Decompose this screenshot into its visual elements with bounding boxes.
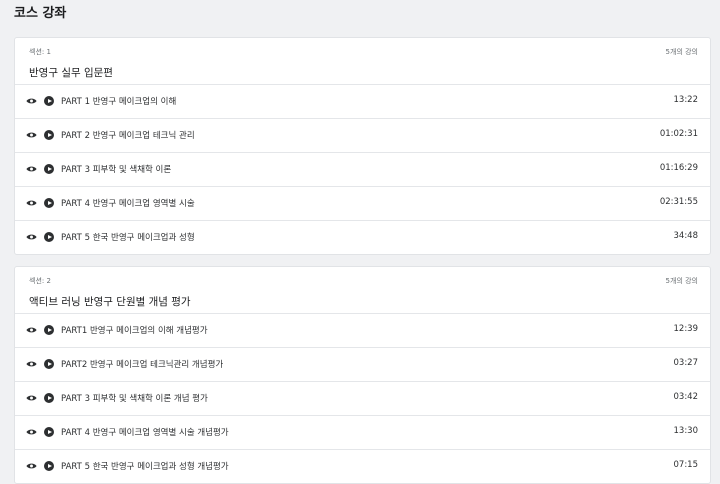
eye-icon bbox=[26, 395, 37, 401]
section-title: 반영구 실무 입문편 bbox=[29, 67, 113, 79]
section-lecture-count: 5개의 강의 bbox=[665, 48, 698, 56]
eye-icon bbox=[26, 200, 37, 206]
lecture-duration: 01:16:29 bbox=[659, 163, 698, 173]
lecture-row[interactable]: PART 5 한국 반영구 메이크업과 성형 개념평가 07:15 bbox=[15, 450, 710, 483]
lecture-row[interactable]: PART 5 한국 반영구 메이크업과 성형 34:48 bbox=[15, 221, 710, 254]
eye-icon bbox=[26, 327, 37, 333]
eye-icon bbox=[26, 463, 37, 469]
section-header[interactable]: 섹션: 1 5개의 강의 반영구 실무 입문편 bbox=[15, 38, 710, 84]
eye-icon bbox=[26, 98, 37, 104]
lecture-title: PART 2 반영구 메이크업 테크닉 관리 bbox=[61, 131, 195, 141]
lecture-title: PART 5 한국 반영구 메이크업과 성형 bbox=[61, 233, 195, 243]
lecture-row[interactable]: PART 1 반영구 메이크업의 이해 13:22 bbox=[15, 85, 710, 119]
play-icon[interactable] bbox=[44, 359, 54, 369]
eye-icon bbox=[26, 132, 37, 138]
play-icon[interactable] bbox=[44, 198, 54, 208]
section-label: 섹션: 1 bbox=[29, 48, 51, 56]
eye-icon bbox=[26, 166, 37, 172]
lecture-duration: 07:15 bbox=[673, 460, 699, 470]
lecture-duration: 03:27 bbox=[673, 358, 699, 368]
section-label: 섹션: 2 bbox=[29, 277, 51, 285]
lecture-title: PART2 반영구 메이크업 테크닉관리 개념평가 bbox=[61, 360, 224, 370]
play-icon[interactable] bbox=[44, 461, 54, 471]
eye-icon bbox=[26, 429, 37, 435]
lecture-title: PART 3 피부학 및 색채학 이론 bbox=[61, 165, 172, 175]
lecture-title: PART 3 피부학 및 색채학 이론 개념 평가 bbox=[61, 394, 208, 404]
play-icon[interactable] bbox=[44, 427, 54, 437]
lecture-title: PART 4 반영구 메이크업 영역별 시술 개념평가 bbox=[61, 428, 229, 438]
section-lecture-count: 5개의 강의 bbox=[665, 277, 698, 285]
lecture-title: PART 1 반영구 메이크업의 이해 bbox=[61, 97, 177, 107]
eye-icon bbox=[26, 234, 37, 240]
lecture-duration: 13:22 bbox=[673, 95, 699, 105]
play-icon[interactable] bbox=[44, 393, 54, 403]
lecture-row[interactable]: PART 4 반영구 메이크업 영역별 시술 개념평가 13:30 bbox=[15, 416, 710, 450]
lecture-duration: 01:02:31 bbox=[659, 129, 698, 139]
lecture-list: PART1 반영구 메이크업의 이해 개념평가 12:39 PART2 반영구 … bbox=[15, 313, 710, 483]
lecture-title: PART 5 한국 반영구 메이크업과 성형 개념평가 bbox=[61, 462, 229, 472]
play-icon[interactable] bbox=[44, 325, 54, 335]
lecture-row[interactable]: PART1 반영구 메이크업의 이해 개념평가 12:39 bbox=[15, 314, 710, 348]
lecture-duration: 12:39 bbox=[673, 324, 699, 334]
lecture-row[interactable]: PART 3 피부학 및 색채학 이론 01:16:29 bbox=[15, 153, 710, 187]
section-header[interactable]: 섹션: 2 5개의 강의 액티브 러닝 반영구 단원별 개념 평가 bbox=[15, 267, 710, 313]
lecture-duration: 13:30 bbox=[673, 426, 699, 436]
section-2: 섹션: 2 5개의 강의 액티브 러닝 반영구 단원별 개념 평가 PART1 … bbox=[14, 266, 711, 484]
play-icon[interactable] bbox=[44, 96, 54, 106]
play-icon[interactable] bbox=[44, 232, 54, 242]
section-1: 섹션: 1 5개의 강의 반영구 실무 입문편 PART 1 반영구 메이크업의… bbox=[14, 37, 711, 255]
section-title: 액티브 러닝 반영구 단원별 개념 평가 bbox=[29, 296, 191, 308]
lecture-title: PART1 반영구 메이크업의 이해 개념평가 bbox=[61, 326, 208, 336]
play-icon[interactable] bbox=[44, 164, 54, 174]
lecture-row[interactable]: PART2 반영구 메이크업 테크닉관리 개념평가 03:27 bbox=[15, 348, 710, 382]
play-icon[interactable] bbox=[44, 130, 54, 140]
lecture-row[interactable]: PART 4 반영구 메이크업 영역별 시술 02:31:55 bbox=[15, 187, 710, 221]
page-title: 코스 강좌 bbox=[14, 6, 67, 21]
lecture-title: PART 4 반영구 메이크업 영역별 시술 bbox=[61, 199, 195, 209]
lecture-list: PART 1 반영구 메이크업의 이해 13:22 PART 2 반영구 메이크… bbox=[15, 84, 710, 254]
lecture-duration: 03:42 bbox=[673, 392, 699, 402]
lecture-row[interactable]: PART 2 반영구 메이크업 테크닉 관리 01:02:31 bbox=[15, 119, 710, 153]
eye-icon bbox=[26, 361, 37, 367]
lecture-duration: 02:31:55 bbox=[659, 197, 698, 207]
lecture-duration: 34:48 bbox=[673, 231, 699, 241]
lecture-row[interactable]: PART 3 피부학 및 색채학 이론 개념 평가 03:42 bbox=[15, 382, 710, 416]
